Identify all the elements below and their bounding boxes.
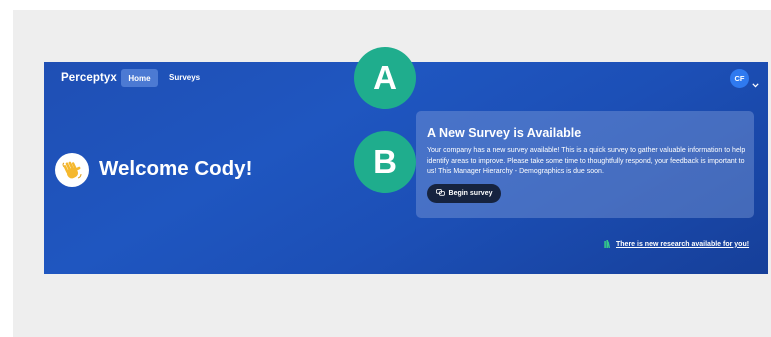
begin-survey-label: Begin survey xyxy=(448,190,493,197)
marker-b-badge: B xyxy=(354,131,416,193)
survey-card-title: A New Survey is Available xyxy=(427,126,582,140)
research-link-text: There is new research available for you! xyxy=(616,240,750,248)
research-link[interactable]: There is new research available for you! xyxy=(604,235,749,253)
nav-home-tab[interactable]: Home xyxy=(121,69,158,87)
welcome-heading: Welcome Cody! xyxy=(99,157,253,180)
marker-a-badge: A xyxy=(354,47,416,109)
chevron-down-icon[interactable] xyxy=(752,75,759,93)
user-avatar[interactable]: CF xyxy=(730,69,749,88)
waving-hand-icon xyxy=(55,153,89,187)
survey-card-body: Your company has a new survey available!… xyxy=(427,147,746,175)
nav-surveys-tab[interactable]: Surveys xyxy=(169,73,200,82)
chat-bubbles-icon xyxy=(435,189,445,198)
begin-survey-button[interactable]: Begin survey xyxy=(427,184,501,203)
brand-logo[interactable]: Perceptyx xyxy=(61,72,117,84)
books-icon xyxy=(604,235,612,253)
survey-card: A New Survey is Available Your company h… xyxy=(416,111,754,218)
